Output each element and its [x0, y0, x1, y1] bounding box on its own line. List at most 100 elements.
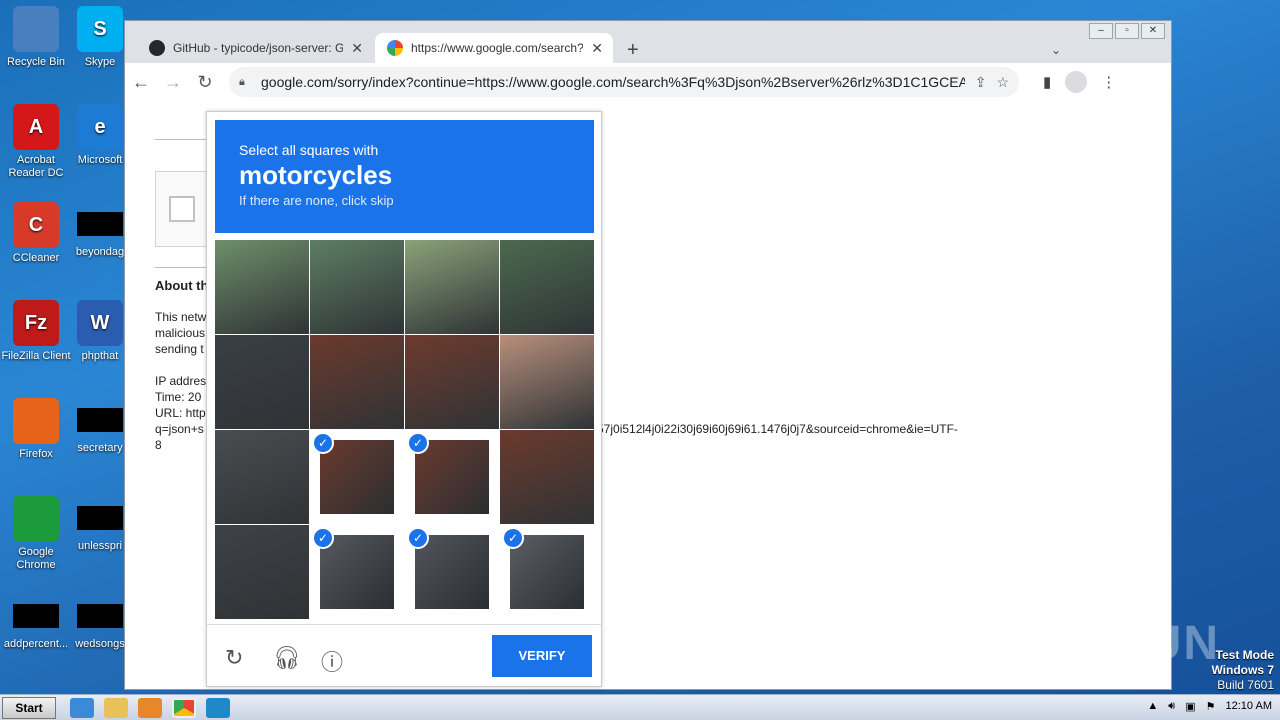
volume-icon[interactable]: 🔊︎: [1168, 700, 1175, 713]
menu-kebab-icon[interactable]: ⋮: [1101, 73, 1116, 91]
tab-title: https://www.google.com/search?q=: [411, 41, 584, 55]
desktop-icon[interactable]: C CCleaner: [0, 202, 72, 265]
tray-arrow-icon[interactable]: ▲: [1147, 700, 1158, 713]
desktop-icon[interactable]: Firefox: [0, 398, 72, 461]
desktop-icon[interactable]: addpercent...: [0, 594, 72, 651]
app-icon: W: [77, 300, 123, 346]
tab-search-chevron-down-icon[interactable]: ⌄: [1051, 43, 1061, 57]
tab-github[interactable]: GitHub - typicode/json-server: Get a ✕: [137, 33, 373, 63]
clock[interactable]: 12:10 AM: [1226, 700, 1272, 713]
side-panel-icon[interactable]: ▮: [1043, 73, 1051, 91]
tile-image: [320, 535, 394, 609]
captcha-tile[interactable]: [500, 240, 594, 334]
desktop-icon-label: Recycle Bin: [6, 56, 66, 68]
media-player-icon[interactable]: [138, 697, 162, 718]
reload-icon[interactable]: ↻: [189, 72, 221, 93]
address-bar[interactable]: 🔒︎ google.com/sorry/index?continue=https…: [229, 67, 1019, 97]
desktop-icon[interactable]: Fz FileZilla Client: [0, 300, 72, 363]
challenge-header: Select all squares with motorcycles If t…: [215, 120, 594, 233]
captcha-tile[interactable]: ✓: [405, 430, 499, 524]
tab-google-search[interactable]: https://www.google.com/search?q= ✕: [375, 33, 613, 63]
captcha-tile[interactable]: [500, 430, 594, 524]
edge-taskbar-icon[interactable]: [206, 697, 230, 718]
desktop-icon-label: addpercent...: [3, 638, 69, 650]
desktop-icon[interactable]: Recycle Bin: [0, 6, 72, 69]
system-tray: ▲ 🔊︎ ▣ ⚑ 12:10 AM: [1147, 700, 1272, 713]
url-line: URL: http: [155, 406, 206, 420]
app-icon: e: [77, 104, 123, 150]
about-heading: About th: [155, 278, 209, 293]
internet-explorer-icon[interactable]: [70, 697, 94, 718]
captcha-tile[interactable]: [215, 335, 309, 429]
captcha-tile[interactable]: [215, 525, 309, 619]
recaptcha-checkbox[interactable]: [169, 196, 195, 222]
checkmark-icon: ✓: [312, 527, 334, 549]
tab-bar: GitHub - typicode/json-server: Get a ✕ h…: [125, 29, 1171, 63]
app-icon: [13, 496, 59, 542]
tab-title: GitHub - typicode/json-server: Get a: [173, 41, 344, 55]
app-icon: [13, 398, 59, 444]
captcha-tile[interactable]: ✓: [500, 525, 594, 619]
notice-line: This netw: [155, 310, 207, 324]
test-mode-line: Windows 7: [1211, 663, 1274, 677]
captcha-tile[interactable]: [500, 335, 594, 429]
test-mode-notice: Test Mode Windows 7 Build 7601: [1211, 648, 1274, 693]
share-icon[interactable]: ⇪: [975, 74, 987, 91]
close-tab-icon[interactable]: ✕: [351, 40, 363, 57]
audio-headphones-icon[interactable]: 🎧︎: [273, 645, 301, 671]
query-line-end: 57j0i512l4j0i22i30j69i60j69i61.1476j0j7&…: [597, 422, 958, 436]
desktop-icon-label: Acrobat Reader DC: [8, 154, 64, 179]
image-grid: ✓ ✓ ✓ ✓ ✓: [215, 240, 594, 619]
close-tab-icon[interactable]: ✕: [591, 40, 603, 57]
captcha-tile[interactable]: [310, 335, 404, 429]
tile-image: [510, 535, 584, 609]
notice-line: malicious: [155, 326, 206, 340]
captcha-tile[interactable]: ✓: [310, 430, 404, 524]
bookmark-star-icon[interactable]: ☆: [996, 74, 1009, 91]
new-tab-icon[interactable]: +: [627, 39, 639, 62]
reload-challenge-icon[interactable]: ↻: [225, 645, 243, 671]
captcha-tile[interactable]: ✓: [405, 525, 499, 619]
chrome-taskbar-icon[interactable]: [172, 697, 196, 718]
lock-icon[interactable]: 🔒︎: [239, 76, 251, 89]
captcha-tile[interactable]: ✓: [310, 525, 404, 619]
tile-image: [415, 440, 489, 514]
query-line-last: 8: [155, 438, 162, 452]
tile-image: [415, 535, 489, 609]
captcha-tile[interactable]: [405, 240, 499, 334]
challenge-target: motorcycles: [239, 160, 393, 190]
checkmark-icon: ✓: [407, 432, 429, 454]
challenge-hint: If there are none, click skip: [239, 193, 394, 208]
test-mode-line: Test Mode: [1215, 648, 1274, 662]
taskbar: Start ▲ 🔊︎ ▣ ⚑ 12:10 AM: [0, 694, 1280, 720]
captcha-tile[interactable]: [405, 335, 499, 429]
captcha-tile[interactable]: [215, 240, 309, 334]
start-label: Start: [15, 700, 43, 715]
notice-line: sending t: [155, 342, 204, 356]
captcha-tile[interactable]: [310, 240, 404, 334]
desktop-icon-label: CCleaner: [12, 252, 60, 264]
ip-address-line: IP addres: [155, 374, 207, 388]
desktop-icon[interactable]: A Acrobat Reader DC: [0, 104, 72, 180]
start-button[interactable]: Start: [2, 696, 56, 719]
redacted-icon: [13, 604, 59, 628]
browser-toolbar: ← → ↻ 🔒︎ google.com/sorry/index?continue…: [125, 63, 1171, 101]
info-icon[interactable]: ⓘ: [321, 645, 343, 677]
app-icon: Fz: [13, 300, 59, 346]
desktop-icon[interactable]: Google Chrome: [0, 496, 72, 572]
app-icon: [13, 6, 59, 52]
address-url[interactable]: google.com/sorry/index?continue=https://…: [261, 74, 965, 90]
profile-avatar-icon[interactable]: [1065, 71, 1088, 93]
redacted-icon: [77, 604, 123, 628]
desktop-icon-label: Google Chrome: [16, 546, 56, 571]
captcha-tile[interactable]: [215, 430, 309, 524]
network-icon[interactable]: ▣: [1185, 700, 1195, 713]
back-arrow-icon[interactable]: ←: [125, 72, 157, 93]
flag-icon[interactable]: ⚑: [1206, 700, 1216, 713]
redacted-icon: [77, 408, 123, 432]
verify-button[interactable]: VERIFY: [492, 635, 592, 677]
query-line-start: q=json+s: [155, 422, 204, 436]
checkmark-icon: ✓: [502, 527, 524, 549]
file-explorer-icon[interactable]: [104, 697, 128, 718]
forward-arrow-icon[interactable]: →: [157, 72, 189, 93]
